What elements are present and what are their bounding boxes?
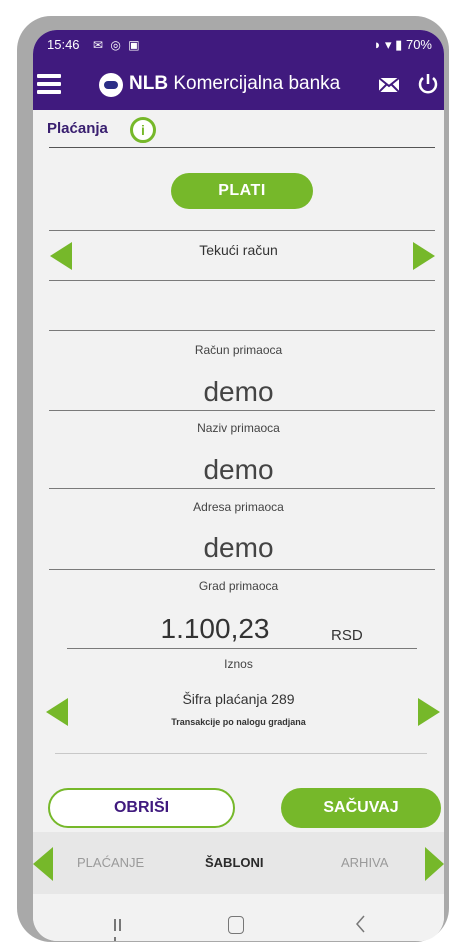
divider: [49, 230, 435, 231]
brand-rest: Komercijalna banka: [168, 73, 341, 94]
arrow-right-icon[interactable]: [413, 242, 435, 270]
tab-arhiva[interactable]: ARHIVA: [341, 855, 388, 870]
divider: [49, 569, 435, 570]
payment-code-title: Šifra plaćanja 289: [182, 691, 295, 707]
info-icon[interactable]: i: [130, 117, 156, 143]
recent-apps-icon[interactable]: [114, 918, 128, 941]
tab-placanje[interactable]: PLAĆANJE: [77, 855, 144, 870]
arrow-left-icon[interactable]: [33, 847, 53, 881]
amount-field[interactable]: 1.100,23: [105, 613, 325, 645]
device-frame: 15:46 ✉ ◎ ▣ ◗ ▾ ▮ 70% NLB Komercijalna b…: [0, 0, 457, 951]
arrow-right-icon[interactable]: [418, 698, 440, 726]
home-icon[interactable]: [228, 916, 244, 934]
recipient-account-field[interactable]: [49, 330, 435, 331]
currency-label: RSD: [331, 627, 363, 644]
recipient-name-field[interactable]: demo: [33, 376, 444, 408]
mail-icon[interactable]: [379, 78, 399, 92]
signal-icon: ◗ ▾ ▮: [373, 37, 403, 52]
payment-code-description: Transakcije po nalogu gradjana: [171, 717, 306, 727]
back-icon[interactable]: [355, 914, 365, 934]
pay-button[interactable]: PLATI: [171, 173, 313, 209]
status-bar: 15:46 ✉ ◎ ▣ ◗ ▾ ▮ 70%: [33, 30, 444, 60]
delete-button[interactable]: OBRIŠI: [48, 788, 235, 828]
nlb-logo-icon: [99, 73, 123, 97]
amount-label: Iznos: [224, 657, 253, 671]
divider: [49, 488, 435, 489]
section-bar: Plaćanja i: [33, 110, 444, 146]
hamburger-icon[interactable]: [37, 74, 61, 94]
notification-icons: ✉ ◎ ▣: [93, 38, 142, 52]
divider: [49, 280, 435, 281]
brand-bold: NLB: [129, 73, 169, 94]
recipient-name-label: Naziv primaoca: [197, 421, 280, 435]
divider: [55, 753, 427, 754]
phone-screen: 15:46 ✉ ◎ ▣ ◗ ▾ ▮ 70% NLB Komercijalna b…: [33, 30, 444, 941]
divider: [49, 410, 435, 411]
section-title: Plaćanja: [47, 120, 108, 137]
divider: [49, 147, 435, 148]
tab-sabloni[interactable]: ŠABLONI: [205, 855, 264, 870]
system-nav-bar: [33, 894, 444, 941]
power-icon[interactable]: [417, 72, 439, 96]
recipient-city-field[interactable]: demo: [33, 532, 444, 564]
recipient-city-label: Grad primaoca: [198, 579, 279, 593]
account-type-label: Tekući račun: [199, 242, 278, 258]
recipient-address-field[interactable]: demo: [33, 454, 444, 486]
divider: [67, 648, 417, 649]
arrow-right-icon[interactable]: [425, 847, 444, 881]
app-header: NLB Komercijalna banka: [33, 60, 444, 110]
brand-title: NLB Komercijalna banka: [129, 73, 340, 95]
status-right: ◗ ▾ ▮ 70%: [374, 37, 432, 53]
save-button[interactable]: SAČUVAJ: [281, 788, 441, 828]
recipient-account-label: Račun primaoca: [194, 343, 283, 357]
status-time: 15:46: [47, 37, 80, 52]
recipient-address-label: Adresa primaoca: [193, 500, 284, 514]
bottom-tab-bar: PLAĆANJE ŠABLONI ARHIVA: [33, 832, 444, 894]
battery-percent: 70%: [405, 37, 432, 52]
